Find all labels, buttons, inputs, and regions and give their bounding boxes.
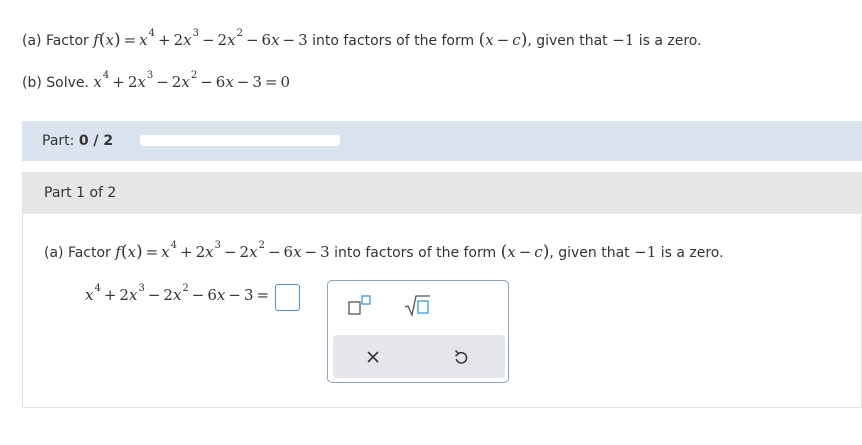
progress-track — [140, 135, 340, 146]
part-title: Part 1 of 2 — [44, 185, 117, 201]
answer-equation: x4 +2x3−2x2−6x −3 = — [85, 283, 270, 304]
part-prompt-tail: into factors of the form — [334, 245, 497, 261]
question-part-b: (b) Solve. x4 +2x3−2x2−6x −3 = 0 — [22, 70, 291, 91]
part-zero-value: −1 — [634, 243, 657, 261]
question-part-a: (a) Factor f(x) = x4 +2x3−2x2−6x −3 into fac… — [22, 28, 702, 50]
part-prompt-label: (a) Factor — [44, 245, 111, 261]
part-progress-prefix: Part: — [42, 133, 75, 149]
factor-form-expression: (x − c) — [478, 30, 528, 50]
part-function-expression: f(x) = x4 +2x3−2x2−6x −3 — [115, 240, 330, 262]
part-progress-value: 0 / 2 — [78, 133, 114, 149]
part-progress-label: Part: 0 / 2 — [42, 133, 113, 149]
part-progress-bar: Part: 0 / 2 — [22, 121, 862, 161]
function-expression: f(x) = x4 +2x3−2x2−6x −3 — [93, 28, 308, 50]
question-b-label: (b) Solve. — [22, 75, 89, 91]
part-prompt: (a) Factor f(x) = x4 +2x3−2x2−6x −3 into fac… — [44, 240, 724, 262]
equation-expression: x4 +2x3−2x2−6x −3 = 0 — [93, 70, 291, 91]
palette-action-row — [333, 335, 505, 378]
part-factor-form: (x − c) — [500, 242, 550, 262]
zero-value: −1 — [612, 31, 635, 49]
superscript-template-icon — [348, 295, 371, 315]
superscript-template-button[interactable] — [346, 293, 376, 319]
clear-button[interactable] — [363, 347, 383, 367]
undo-button[interactable] — [451, 347, 471, 367]
part-prompt-end: is a zero. — [660, 245, 724, 261]
close-icon — [367, 351, 379, 363]
question-a-tail: into factors of the form — [312, 33, 475, 49]
part-header: Part 1 of 2 — [23, 172, 862, 214]
part-panel: Part 1 of 2 (a) Factor f(x) = x4 +2x3−2x2−6… — [22, 172, 862, 408]
question-a-end: is a zero. — [638, 33, 702, 49]
square-root-icon — [404, 295, 430, 318]
question-a-given: , given that — [527, 33, 608, 49]
question-a-label: (a) Factor — [22, 33, 89, 49]
math-palette — [327, 280, 509, 383]
part-prompt-given: , given that — [549, 245, 630, 261]
undo-icon — [454, 349, 468, 364]
square-root-template-button[interactable] — [403, 293, 433, 319]
answer-input[interactable] — [275, 284, 300, 311]
